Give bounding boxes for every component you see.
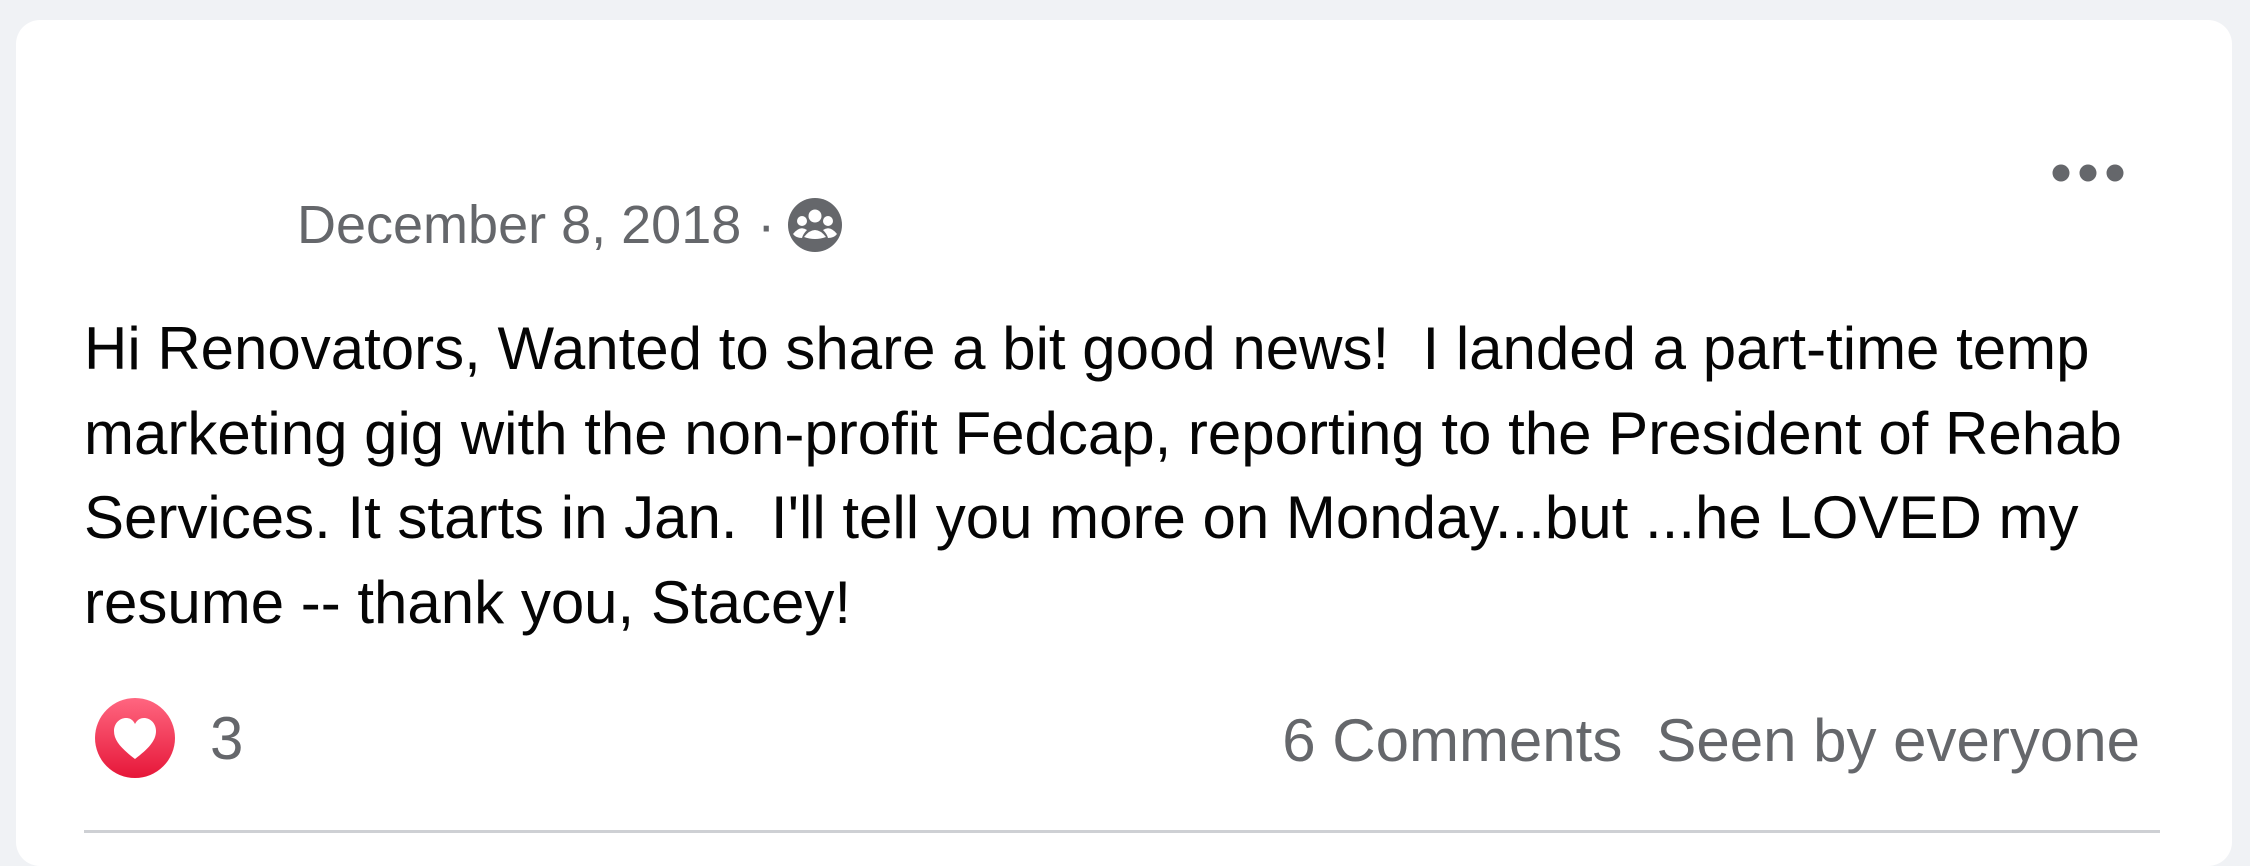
seen-by-link[interactable]: Seen by everyone [1656, 706, 2140, 775]
post-meta: December 8, 2018 · [297, 190, 843, 260]
more-options-icon [2052, 164, 2124, 182]
footer-divider [84, 830, 2160, 833]
post-card: December 8, 2018 · Hi Renovators, Wanted… [16, 20, 2232, 866]
love-reaction-icon [95, 698, 175, 778]
post-date[interactable]: December 8, 2018 [297, 194, 741, 256]
reactions-summary[interactable]: 3 [94, 695, 243, 781]
reaction-count: 3 [210, 704, 244, 772]
group-members-icon[interactable] [787, 197, 843, 253]
meta-separator: · [757, 195, 776, 255]
comments-link[interactable]: 6 Comments [1282, 706, 1622, 775]
post-stats: 6 Comments Seen by everyone [1282, 702, 2140, 778]
more-options-button[interactable] [2043, 148, 2133, 198]
post-body-text: Hi Renovators, Wanted to share a bit goo… [84, 315, 2139, 636]
